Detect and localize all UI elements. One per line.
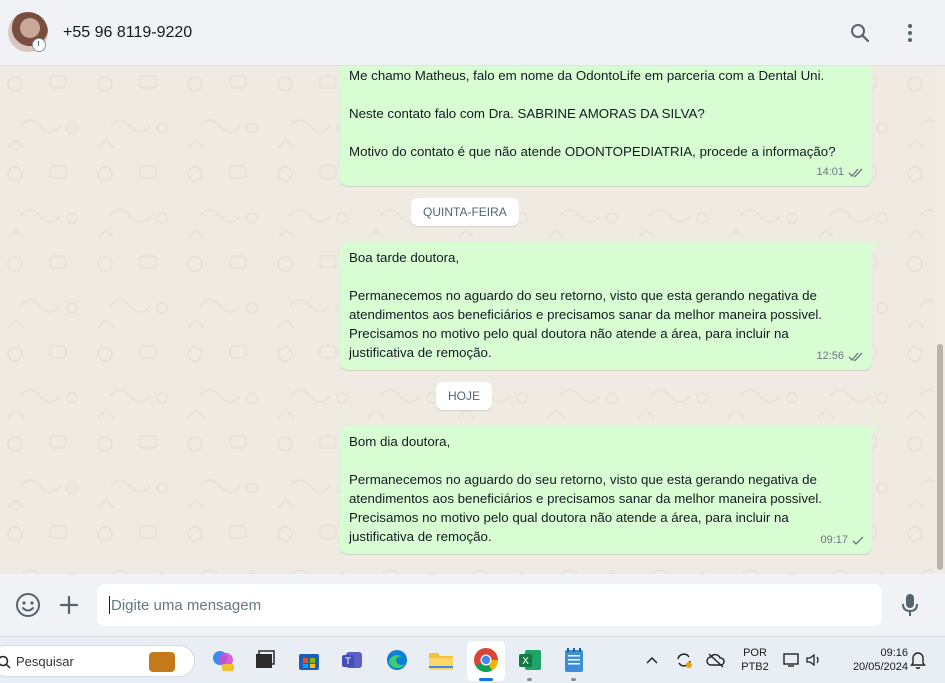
teams-icon[interactable]: T bbox=[340, 647, 366, 673]
message-text: Bom dia doutora, bbox=[349, 434, 451, 449]
edge-icon[interactable] bbox=[384, 647, 410, 673]
message-bubble-outgoing[interactable]: Boa tarde doutora, Permanecemos no aguar… bbox=[340, 242, 879, 370]
scrollbar-thumb[interactable] bbox=[937, 344, 943, 570]
plus-icon[interactable] bbox=[55, 591, 83, 619]
excel-icon[interactable]: X bbox=[517, 647, 543, 673]
notepad-icon[interactable] bbox=[561, 647, 587, 673]
store-icon[interactable] bbox=[296, 647, 322, 673]
day-separator: HOJE bbox=[436, 382, 493, 410]
message-bubble-outgoing[interactable]: Bom dia doutora, Permanecemos no aguardo… bbox=[340, 426, 879, 554]
message-time: 09:17 bbox=[820, 534, 848, 546]
clock-date: 20/05/2024 bbox=[852, 661, 908, 673]
single-check-icon bbox=[852, 536, 864, 545]
message-text: Permanecemos no aguardo do seu retorno, … bbox=[349, 288, 823, 360]
chat-header: +55 96 8119-9220 bbox=[0, 0, 945, 66]
running-indicator bbox=[571, 678, 576, 681]
active-indicator bbox=[479, 678, 493, 681]
language-code: POR bbox=[743, 647, 767, 659]
language-indicator[interactable]: POR PTB2 bbox=[738, 646, 772, 674]
sync-icon[interactable] bbox=[674, 649, 694, 671]
message-list[interactable]: Me chamo Matheus, falo em nome da Odonto… bbox=[0, 66, 945, 574]
task-view-icon[interactable] bbox=[252, 647, 278, 673]
notification-bell-icon[interactable] bbox=[908, 649, 928, 671]
search-icon[interactable] bbox=[847, 20, 873, 46]
taskbar-search[interactable]: Pesquisar bbox=[0, 645, 195, 677]
contact-name[interactable]: +55 96 8119-9220 bbox=[63, 24, 192, 42]
message-time: 12:56 bbox=[816, 350, 844, 362]
chevron-up-icon[interactable] bbox=[642, 649, 662, 671]
search-icon bbox=[0, 655, 11, 669]
cloud-off-icon[interactable] bbox=[706, 649, 726, 671]
message-meta: 12:56 bbox=[816, 347, 864, 366]
clock-time: 09:16 bbox=[880, 647, 908, 659]
menu-icon[interactable] bbox=[897, 20, 923, 46]
message-text: Me chamo Matheus, falo em nome da Odonto… bbox=[349, 68, 825, 83]
taskbar-search-label: Pesquisar bbox=[16, 654, 74, 669]
svg-text:X: X bbox=[522, 656, 529, 667]
message-bubble-outgoing[interactable]: Me chamo Matheus, falo em nome da Odonto… bbox=[340, 66, 872, 186]
message-time: 14:01 bbox=[816, 166, 844, 178]
emoji-icon[interactable] bbox=[14, 591, 42, 619]
briefcase-icon bbox=[149, 652, 175, 672]
composer bbox=[0, 574, 945, 636]
microphone-icon[interactable] bbox=[896, 591, 924, 619]
keyboard-layout: PTB2 bbox=[741, 661, 769, 673]
message-input[interactable] bbox=[97, 584, 882, 626]
message-meta: 14:01 bbox=[816, 163, 864, 182]
message-text: Neste contato falo com Dra. SABRINE AMOR… bbox=[349, 106, 705, 121]
message-text: Permanecemos no aguardo do seu retorno, … bbox=[349, 472, 823, 544]
status-clock-icon bbox=[32, 38, 46, 52]
bubble-tail bbox=[871, 426, 879, 436]
chrome-icon[interactable] bbox=[473, 647, 499, 673]
day-separator: QUINTA-FEIRA bbox=[411, 198, 519, 226]
message-text: Boa tarde doutora, bbox=[349, 250, 460, 265]
running-indicator bbox=[527, 678, 532, 681]
message-meta: 09:17 bbox=[820, 531, 864, 550]
clock[interactable]: 09:16 20/05/2024 bbox=[836, 646, 908, 674]
double-check-icon bbox=[848, 168, 863, 177]
svg-text:T: T bbox=[344, 657, 351, 667]
file-explorer-icon[interactable] bbox=[428, 647, 454, 673]
display-icon[interactable] bbox=[782, 649, 802, 671]
text-caret bbox=[109, 596, 110, 614]
copilot-icon[interactable] bbox=[210, 647, 236, 673]
message-text: Motivo do contato é que não atende ODONT… bbox=[349, 144, 836, 159]
double-check-icon bbox=[848, 352, 863, 361]
windows-taskbar: Pesquisar T X POR PTB2 09:16 20/05/2024 bbox=[0, 636, 945, 683]
volume-icon[interactable] bbox=[804, 649, 824, 671]
bubble-tail bbox=[871, 242, 879, 252]
scrollbar[interactable] bbox=[935, 66, 945, 574]
